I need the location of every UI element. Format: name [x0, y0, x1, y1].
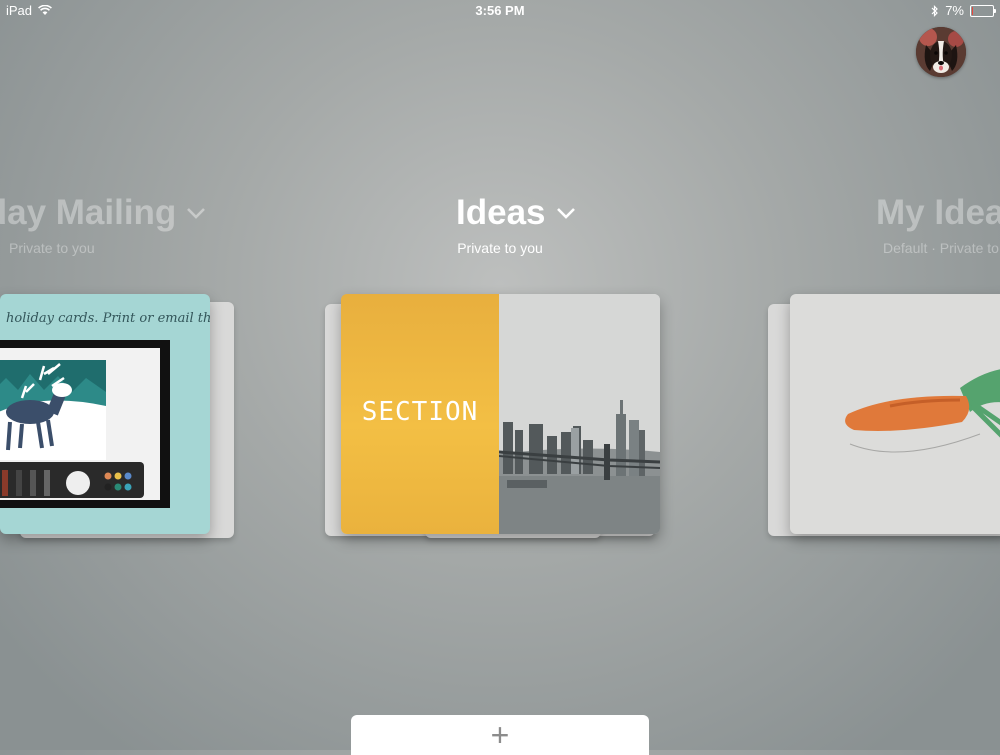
notebook-stack-holiday-mailing[interactable]: holiday cards. Print or email them. [0, 294, 245, 544]
battery-icon [970, 4, 996, 17]
notebook-stack-my-ideas[interactable] [768, 294, 1000, 544]
battery-fill [972, 6, 973, 15]
notebook-title-label: iday Mailing [0, 193, 177, 232]
avatar[interactable] [916, 27, 966, 77]
notebook-title-label: My Idea [876, 193, 1000, 232]
chevron-down-icon[interactable] [186, 207, 206, 219]
notebook-cover-my-ideas [790, 294, 1000, 534]
notebook-cover-ideas: SECTION [341, 294, 660, 534]
notebook-title-holiday-mailing[interactable]: iday Mailing [0, 193, 206, 233]
bluetooth-icon [931, 4, 939, 17]
status-right: 7% [931, 3, 996, 18]
notebook-subtitle-my-ideas: Default · Private to y [883, 240, 1000, 256]
notebook-title-ideas[interactable]: Ideas [456, 193, 576, 233]
add-bar: + [351, 715, 649, 755]
notebook-title-my-ideas[interactable]: My Idea [876, 193, 1000, 233]
notebook-title-label: Ideas [456, 193, 546, 232]
notebook-stack-ideas[interactable]: SECTION [325, 294, 665, 544]
skyline-image [499, 294, 660, 534]
status-time: 3:56 PM [475, 3, 525, 18]
dog-avatar-image [916, 27, 966, 77]
chevron-down-icon[interactable] [556, 207, 576, 219]
battery-percent: 7% [945, 3, 964, 18]
notebook-subtitle-ideas: Private to you [457, 240, 543, 256]
carrot-sketch [845, 369, 1000, 453]
add-button[interactable]: + [351, 717, 649, 754]
notebook-cover-holiday-mailing: holiday cards. Print or email them. [0, 294, 210, 534]
section-label: SECTION [361, 397, 479, 427]
section-divider: SECTION [341, 294, 499, 534]
city-skyline-photo [499, 294, 660, 534]
holiday-card-sketch [0, 340, 170, 508]
status-bar: iPad 3:56 PM 7% [0, 0, 1000, 20]
